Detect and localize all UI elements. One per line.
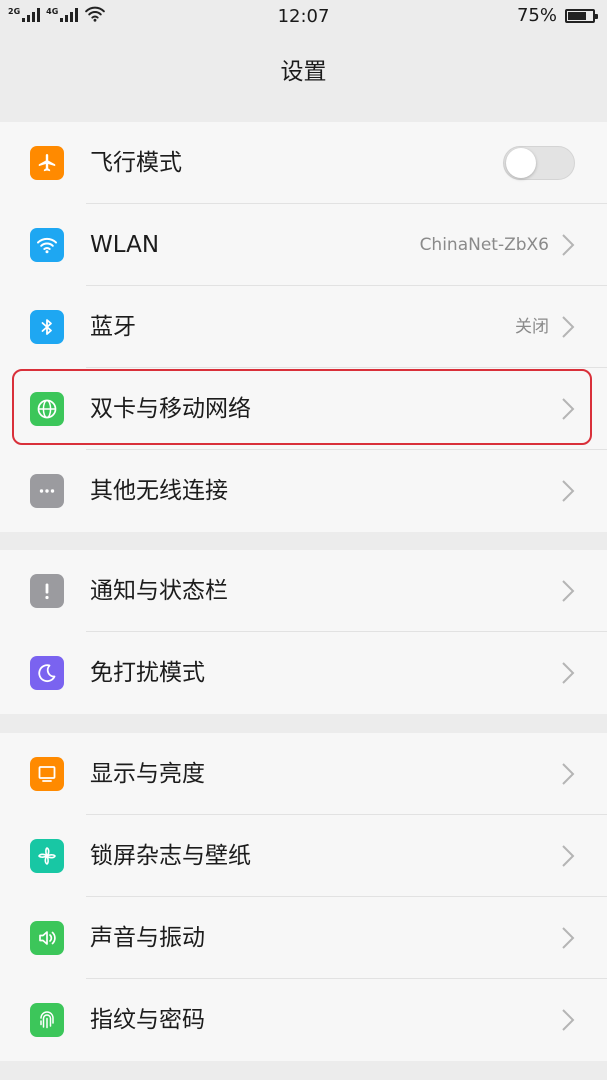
settings-item-fingerprint-password[interactable]: 指纹与密码	[0, 979, 607, 1061]
chevron-right-icon	[562, 845, 575, 867]
settings-item-label: 声音与振动	[90, 925, 205, 951]
chevron-right-icon	[562, 1009, 575, 1031]
settings-item-label: 双卡与移动网络	[90, 396, 251, 422]
settings-item-other-wireless[interactable]: 其他无线连接	[0, 450, 607, 532]
battery-fill	[568, 11, 586, 20]
settings-item-label: 指纹与密码	[90, 1007, 205, 1033]
chevron-right-icon	[562, 480, 575, 502]
wifi-icon	[30, 228, 64, 262]
battery-percentage: 75%	[516, 5, 557, 26]
settings-item-label: 锁屏杂志与壁纸	[90, 843, 251, 869]
more-icon	[30, 474, 64, 508]
settings-group-display-sound: 显示与亮度 锁屏杂志与壁纸 声音与振动 指纹与密码	[0, 733, 607, 1061]
status-right: 75%	[516, 5, 598, 26]
settings-item-label: 显示与亮度	[90, 761, 205, 787]
chevron-right-icon	[562, 580, 575, 602]
settings-item-do-not-disturb[interactable]: 免打扰模式	[0, 632, 607, 714]
settings-item-label: 其他无线连接	[90, 478, 228, 504]
chevron-right-icon	[562, 316, 575, 338]
chevron-right-icon	[562, 927, 575, 949]
moon-icon	[30, 656, 64, 690]
chevron-right-icon	[562, 234, 575, 256]
settings-group-notifications: 通知与状态栏 免打扰模式	[0, 550, 607, 714]
settings-item-bluetooth[interactable]: 蓝牙 关闭	[0, 286, 607, 368]
settings-item-wlan[interactable]: WLAN ChinaNet-ZbX6	[0, 204, 607, 286]
settings-item-airplane-mode[interactable]: 飞行模式	[0, 122, 607, 204]
battery-icon	[565, 8, 598, 23]
speaker-icon	[30, 921, 64, 955]
chevron-right-icon	[562, 398, 575, 420]
settings-item-label: 免打扰模式	[90, 660, 205, 686]
settings-item-label: 通知与状态栏	[90, 578, 228, 604]
bluetooth-status: 关闭	[515, 317, 549, 337]
title-bar: 设置	[0, 34, 607, 100]
settings-item-notifications-status-bar[interactable]: 通知与状态栏	[0, 550, 607, 632]
settings-item-sound-vibration[interactable]: 声音与振动	[0, 897, 607, 979]
settings-item-label: 飞行模式	[90, 150, 182, 176]
settings-item-display-brightness[interactable]: 显示与亮度	[0, 733, 607, 815]
settings-item-lockscreen-wallpaper[interactable]: 锁屏杂志与壁纸	[0, 815, 607, 897]
settings-item-label: 蓝牙	[90, 314, 136, 340]
settings-item-dual-sim-mobile-network[interactable]: 双卡与移动网络	[0, 368, 607, 450]
fingerprint-icon	[30, 1003, 64, 1037]
page-title: 设置	[280, 59, 327, 85]
chevron-right-icon	[562, 763, 575, 785]
airplane-mode-toggle[interactable]	[503, 146, 575, 180]
status-time: 12:07	[277, 6, 330, 27]
chevron-right-icon	[562, 662, 575, 684]
settings-item-label: WLAN	[90, 232, 160, 258]
toggle-knob	[506, 148, 536, 178]
airplane-icon	[30, 146, 64, 180]
notification-icon	[30, 574, 64, 608]
wlan-network-name: ChinaNet-ZbX6	[419, 235, 549, 255]
globe-icon	[30, 392, 64, 426]
pinwheel-icon	[30, 839, 64, 873]
status-bar: 2G 4G 12:07 75%	[0, 0, 607, 34]
settings-group-connectivity: 飞行模式 WLAN ChinaNet-ZbX6 蓝牙 关闭 双卡与移动网络 其他…	[0, 122, 607, 532]
monitor-icon	[30, 757, 64, 791]
bluetooth-icon	[30, 310, 64, 344]
